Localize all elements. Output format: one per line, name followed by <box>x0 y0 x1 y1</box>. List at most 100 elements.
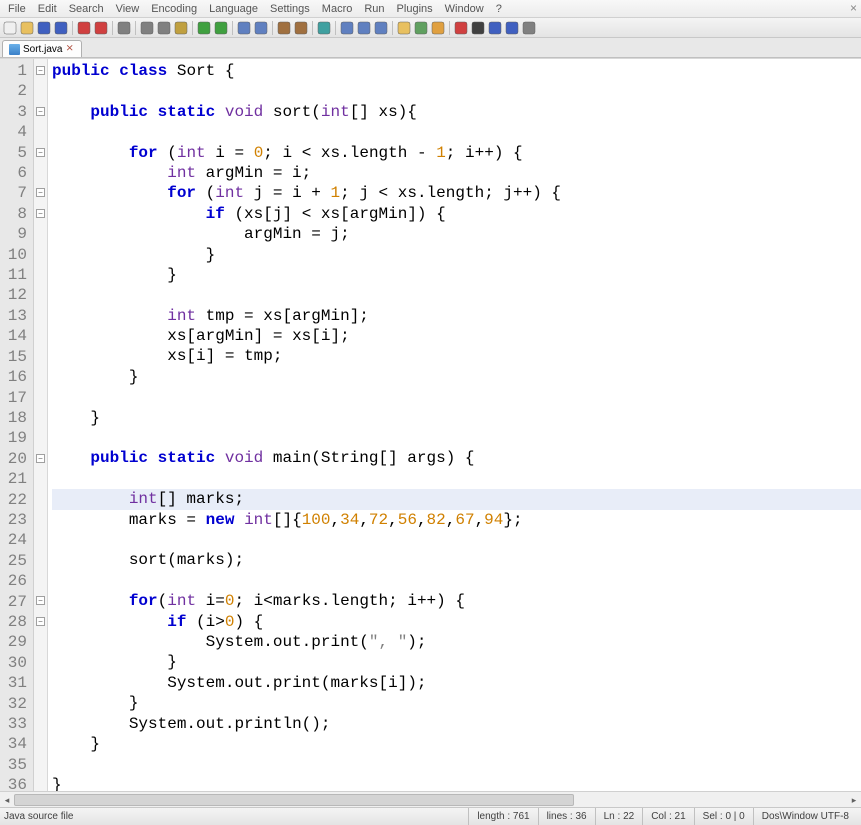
tab-sort-java[interactable]: Sort.java ⨯ <box>2 40 82 57</box>
code-line[interactable]: marks = new int[]{100,34,72,56,82,67,94}… <box>52 510 861 530</box>
code-line[interactable]: } <box>52 693 861 713</box>
function-list-icon[interactable] <box>413 20 429 36</box>
close-all-icon[interactable] <box>93 20 109 36</box>
sync-icon[interactable] <box>316 20 332 36</box>
status-filetype: Java source file <box>4 811 73 822</box>
fold-toggle-icon[interactable]: − <box>36 617 45 626</box>
code-line[interactable]: if (i>0) { <box>52 612 861 632</box>
line-number: 10 <box>4 245 27 265</box>
indent-guide-icon[interactable] <box>373 20 389 36</box>
code-line[interactable]: argMin = j; <box>52 224 861 244</box>
fold-strip: − − − − − − − − <box>34 59 48 791</box>
code-line[interactable] <box>52 285 861 305</box>
replace-icon[interactable] <box>253 20 269 36</box>
horizontal-scrollbar[interactable]: ◂ ▸ <box>0 791 861 807</box>
code-line[interactable]: public static void sort(int[] xs){ <box>52 102 861 122</box>
code-area[interactable]: public class Sort { public static void s… <box>48 59 861 791</box>
code-line[interactable]: } <box>52 367 861 387</box>
code-line[interactable]: } <box>52 775 861 791</box>
code-line[interactable]: xs[i] = tmp; <box>52 346 861 366</box>
save-macro-icon[interactable] <box>521 20 537 36</box>
print-icon[interactable] <box>116 20 132 36</box>
fold-toggle-icon[interactable]: − <box>36 209 45 218</box>
code-line[interactable]: public static void main(String[] args) { <box>52 448 861 468</box>
code-line[interactable]: for (int j = i + 1; j < xs.length; j++) … <box>52 183 861 203</box>
code-line[interactable] <box>52 754 861 774</box>
fold-toggle-icon[interactable]: − <box>36 188 45 197</box>
code-line[interactable]: xs[argMin] = xs[i]; <box>52 326 861 346</box>
folder-icon[interactable] <box>396 20 412 36</box>
menu-run[interactable]: Run <box>358 2 390 16</box>
paste-icon[interactable] <box>173 20 189 36</box>
show-all-icon[interactable] <box>356 20 372 36</box>
code-line[interactable]: int tmp = xs[argMin]; <box>52 306 861 326</box>
save-all-icon[interactable] <box>53 20 69 36</box>
undo-icon[interactable] <box>196 20 212 36</box>
code-line[interactable] <box>52 469 861 489</box>
fold-toggle-icon[interactable]: − <box>36 454 45 463</box>
code-line[interactable]: } <box>52 265 861 285</box>
code-line[interactable] <box>52 81 861 101</box>
find-icon[interactable] <box>236 20 252 36</box>
menu-window[interactable]: Window <box>439 2 490 16</box>
zoom-in-icon[interactable] <box>276 20 292 36</box>
doc-map-icon[interactable] <box>430 20 446 36</box>
code-line[interactable]: System.out.print(marks[i]); <box>52 673 861 693</box>
save-icon[interactable] <box>36 20 52 36</box>
code-line[interactable]: if (xs[j] < xs[argMin]) { <box>52 204 861 224</box>
fold-toggle-icon[interactable]: − <box>36 596 45 605</box>
scroll-right-icon[interactable]: ▸ <box>847 792 861 808</box>
record-icon[interactable] <box>453 20 469 36</box>
code-line[interactable]: for(int i=0; i<marks.length; i++) { <box>52 591 861 611</box>
open-file-icon[interactable] <box>19 20 35 36</box>
code-line[interactable]: } <box>52 652 861 672</box>
tab-bar: Sort.java ⨯ <box>0 38 861 58</box>
menu-help[interactable]: ? <box>490 2 508 16</box>
zoom-out-icon[interactable] <box>293 20 309 36</box>
fold-toggle-icon[interactable]: − <box>36 107 45 116</box>
code-line[interactable]: System.out.print(", "); <box>52 632 861 652</box>
scroll-thumb[interactable] <box>14 794 574 806</box>
cut-icon[interactable] <box>139 20 155 36</box>
menu-macro[interactable]: Macro <box>316 2 359 16</box>
menu-edit[interactable]: Edit <box>32 2 63 16</box>
stop-icon[interactable] <box>470 20 486 36</box>
menu-view[interactable]: View <box>110 2 146 16</box>
fold-toggle-icon[interactable]: − <box>36 148 45 157</box>
code-line[interactable]: sort(marks); <box>52 550 861 570</box>
line-number: 13 <box>4 306 27 326</box>
new-file-icon[interactable] <box>2 20 18 36</box>
code-line[interactable]: } <box>52 734 861 754</box>
close-icon[interactable] <box>76 20 92 36</box>
tab-close-icon[interactable]: ⨯ <box>65 44 75 54</box>
code-line[interactable] <box>52 571 861 591</box>
menu-language[interactable]: Language <box>203 2 264 16</box>
redo-icon[interactable] <box>213 20 229 36</box>
code-line[interactable]: public class Sort { <box>52 61 861 81</box>
wrap-icon[interactable] <box>339 20 355 36</box>
code-line[interactable] <box>52 428 861 448</box>
code-line[interactable]: System.out.println(); <box>52 714 861 734</box>
menu-settings[interactable]: Settings <box>264 2 316 16</box>
scroll-left-icon[interactable]: ◂ <box>0 792 14 808</box>
code-line[interactable]: } <box>52 245 861 265</box>
window-close-icon[interactable]: × <box>850 1 857 15</box>
code-line[interactable]: for (int i = 0; i < xs.length - 1; i++) … <box>52 143 861 163</box>
line-number: 26 <box>4 571 27 591</box>
toolbar-separator <box>72 21 73 35</box>
code-line[interactable] <box>52 122 861 142</box>
play-multi-icon[interactable] <box>504 20 520 36</box>
menu-plugins[interactable]: Plugins <box>391 2 439 16</box>
code-line[interactable] <box>52 387 861 407</box>
play-icon[interactable] <box>487 20 503 36</box>
toolbar-separator <box>392 21 393 35</box>
fold-toggle-icon[interactable]: − <box>36 66 45 75</box>
code-line[interactable]: int[] marks; <box>52 489 861 509</box>
code-line[interactable]: int argMin = i; <box>52 163 861 183</box>
menu-search[interactable]: Search <box>63 2 110 16</box>
copy-icon[interactable] <box>156 20 172 36</box>
menu-file[interactable]: File <box>2 2 32 16</box>
menu-encoding[interactable]: Encoding <box>145 2 203 16</box>
code-line[interactable] <box>52 530 861 550</box>
code-line[interactable]: } <box>52 408 861 428</box>
